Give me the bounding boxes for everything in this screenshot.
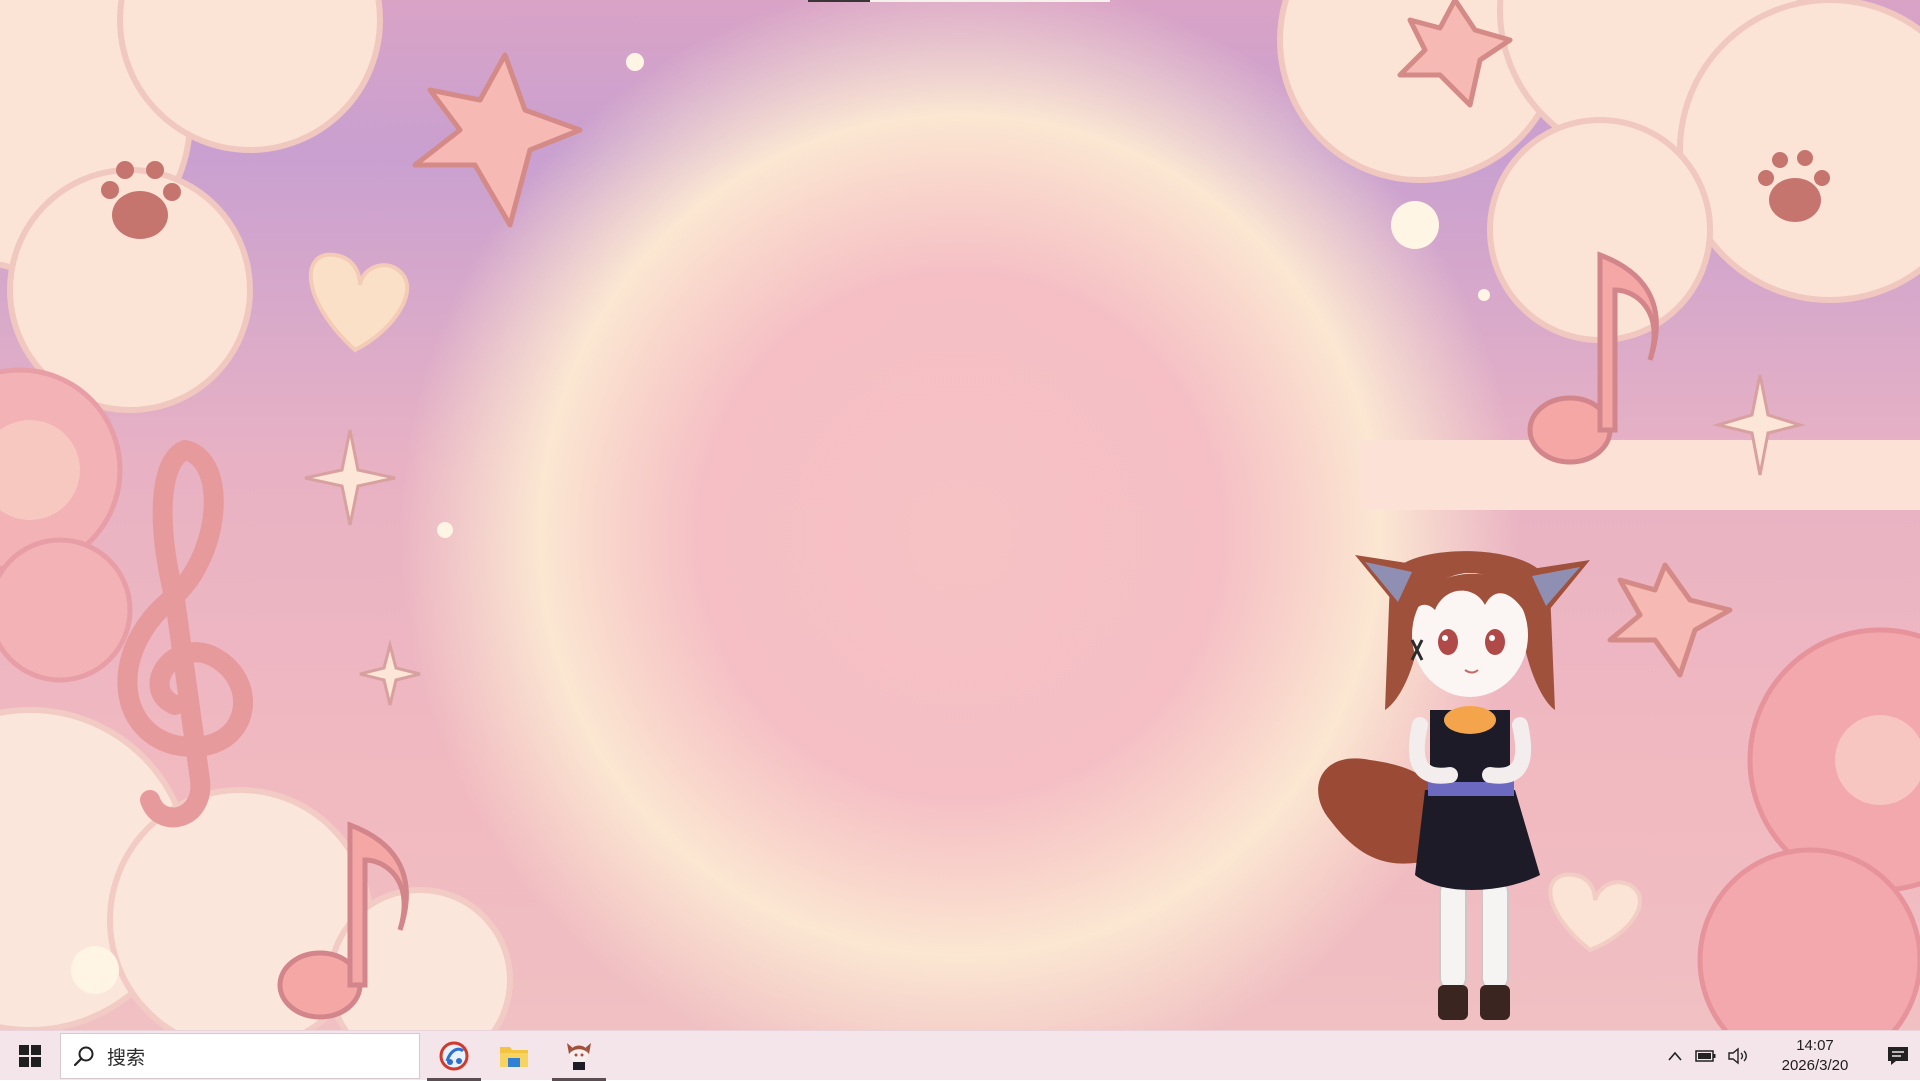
browser-app-icon bbox=[439, 1041, 469, 1071]
speaker-icon bbox=[1728, 1047, 1747, 1065]
volume-control[interactable] bbox=[1722, 1031, 1754, 1081]
search-placeholder: 搜索 bbox=[107, 1046, 146, 1069]
search-box[interactable]: 搜索 bbox=[60, 1033, 420, 1079]
show-hidden-icons-button[interactable] bbox=[1660, 1031, 1690, 1081]
taskbar-app-browser[interactable] bbox=[425, 1031, 483, 1081]
top-window-edge bbox=[808, 0, 1110, 2]
clock[interactable]: 14:07 2026/3/20 bbox=[1760, 1031, 1870, 1081]
notification-icon bbox=[1887, 1047, 1908, 1065]
desktop-wallpaper bbox=[0, 0, 1920, 1030]
folder-icon bbox=[500, 1047, 528, 1067]
battery-icon bbox=[1695, 1050, 1716, 1062]
battery-status[interactable] bbox=[1690, 1031, 1722, 1081]
system-tray: 14:07 2026/3/20 bbox=[1660, 1031, 1920, 1081]
fox-girl-mascot[interactable] bbox=[1300, 530, 1670, 1030]
chevron-up-icon bbox=[1668, 1051, 1682, 1061]
start-button[interactable] bbox=[0, 1031, 60, 1081]
windows-logo-icon bbox=[19, 1045, 41, 1067]
taskbar: 搜索 14:07 2026/3/20 bbox=[0, 1030, 1920, 1081]
clock-time: 14:07 bbox=[1796, 1037, 1834, 1054]
search-icon bbox=[61, 1045, 107, 1067]
notifications-button[interactable] bbox=[1875, 1031, 1920, 1081]
taskbar-app-file-explorer[interactable] bbox=[485, 1031, 543, 1081]
taskbar-app-desktop-mascot[interactable] bbox=[550, 1031, 608, 1081]
fox-girl-app-icon bbox=[567, 1043, 591, 1070]
clock-date: 2026/3/20 bbox=[1781, 1057, 1849, 1074]
